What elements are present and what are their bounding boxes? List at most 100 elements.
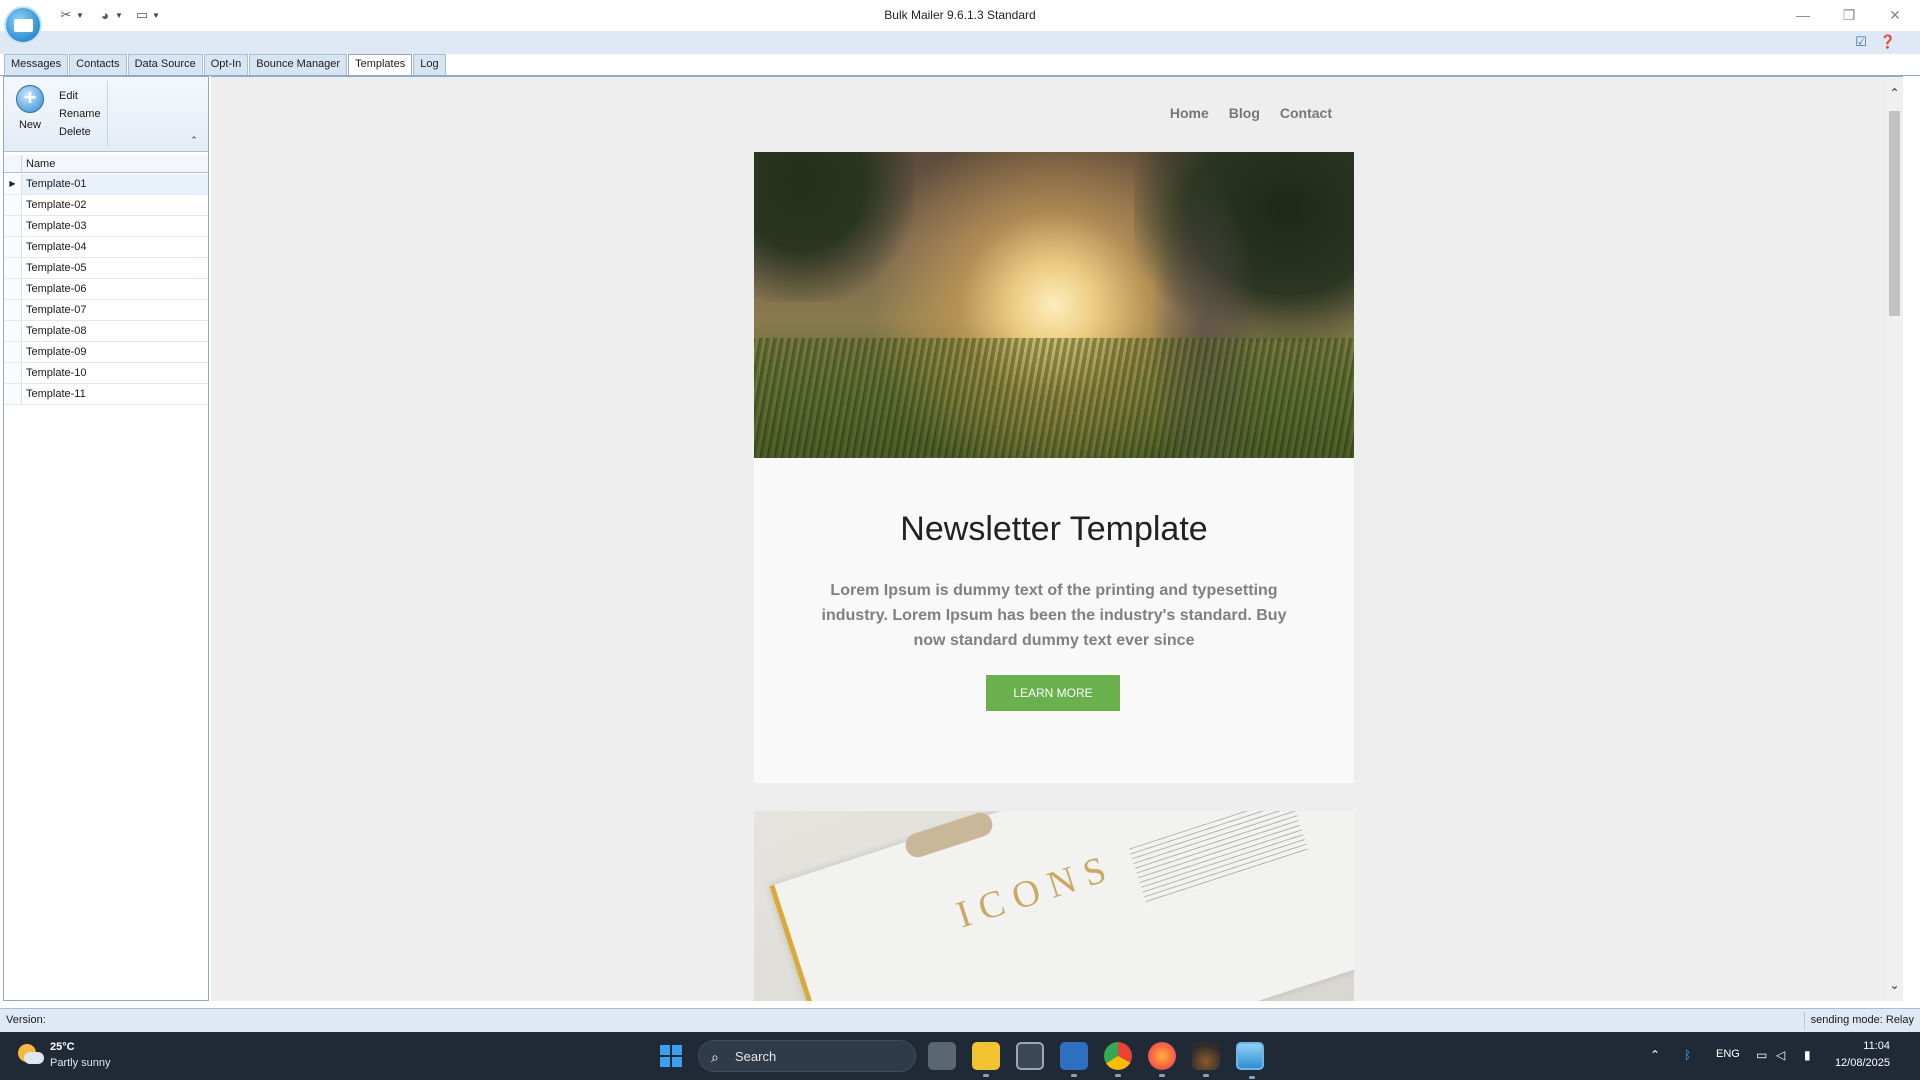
newsletter-heading: Newsletter Template: [900, 510, 1208, 548]
template-name: Template-06: [26, 283, 87, 295]
running-indicator: [1203, 1074, 1209, 1077]
nav-link-home[interactable]: Home: [1170, 105, 1209, 121]
bulk-mailer-taskbar-icon[interactable]: [1236, 1042, 1264, 1079]
table-row[interactable]: Template-08: [4, 321, 208, 342]
search-icon: ⌕: [711, 1049, 719, 1065]
table-row[interactable]: Template-07: [4, 300, 208, 321]
learn-more-button[interactable]: LEARN MORE: [986, 675, 1120, 711]
table-row[interactable]: Template-05: [4, 258, 208, 279]
running-indicator: [983, 1074, 989, 1077]
row-header: [4, 321, 22, 341]
task-view-icon[interactable]: [928, 1042, 956, 1070]
template-name: Template-01: [26, 178, 87, 190]
tab-opt-in[interactable]: Opt-In: [203, 54, 249, 75]
running-indicator: [1115, 1074, 1121, 1077]
nav-link-contact[interactable]: Contact: [1280, 105, 1332, 121]
volume-icon[interactable]: ◁: [1776, 1048, 1785, 1062]
clock-time[interactable]: 11:04: [1863, 1040, 1890, 1052]
close-button[interactable]: ✕: [1880, 4, 1910, 26]
newsletter-card: Newsletter Template Lorem Ipsum is dummy…: [754, 458, 1354, 783]
hero-grass: [754, 338, 1354, 458]
table-row[interactable]: Template-09: [4, 342, 208, 363]
row-indicator-icon: ▶: [4, 174, 22, 194]
templates-list: ▶ Template-01 Template-02 Template-03 Tem…: [4, 174, 208, 405]
search-label: Search: [735, 1049, 777, 1064]
hero-trees-left: [754, 152, 914, 302]
windows-logo-tile: [660, 1045, 670, 1055]
version-label: Version:: [6, 1014, 46, 1026]
weather-description[interactable]: Partly sunny: [50, 1057, 111, 1069]
table-row[interactable]: Template-11: [4, 384, 208, 405]
battery-icon[interactable]: ▮: [1804, 1048, 1811, 1062]
title-bar: ✂ ▼ ◕ ▼ ▭ ▼ Bulk Mailer 9.6.1.3 Standard — …: [0, 0, 1920, 44]
windows-logo-tile: [660, 1057, 670, 1067]
app-monitor-icon[interactable]: [1060, 1042, 1088, 1077]
taskbar-search[interactable]: ⌕ Search: [698, 1040, 916, 1072]
running-indicator: [1249, 1076, 1255, 1079]
tab-messages[interactable]: Messages: [4, 54, 69, 75]
book-image: ICONS: [754, 811, 1354, 1001]
start-button[interactable]: [660, 1045, 682, 1067]
edit-button[interactable]: Edit: [56, 87, 104, 105]
column-header-name[interactable]: Name: [26, 155, 55, 173]
table-row[interactable]: Template-06: [4, 279, 208, 300]
preview-scrollbar[interactable]: ⌃ ⌄: [1886, 77, 1903, 1001]
plus-icon: +: [16, 85, 44, 113]
chrome-icon[interactable]: [1104, 1042, 1132, 1077]
app-photo-icon[interactable]: [1192, 1042, 1220, 1077]
app-logo-icon[interactable]: [4, 6, 42, 44]
row-header: [4, 279, 22, 299]
template-preview[interactable]: Home Blog Contact Newsletter Template Lo…: [211, 76, 1903, 1001]
table-row[interactable]: Template-03: [4, 216, 208, 237]
table-row[interactable]: Template-04: [4, 237, 208, 258]
scroll-up-icon[interactable]: ⌃: [1886, 85, 1903, 102]
tab-log[interactable]: Log: [413, 54, 446, 75]
tab-templates[interactable]: Templates: [348, 54, 413, 76]
tab-data-source[interactable]: Data Source: [127, 54, 203, 75]
restore-button[interactable]: ❐: [1834, 4, 1864, 26]
template-name: Template-11: [26, 388, 86, 400]
bluetooth-icon[interactable]: ᛒ: [1684, 1048, 1691, 1062]
small-buttons: Edit Rename Delete: [56, 87, 104, 141]
network-icon[interactable]: ▭: [1756, 1048, 1767, 1062]
new-label: New: [18, 119, 41, 131]
table-row[interactable]: ▶ Template-01: [4, 174, 208, 195]
table-row[interactable]: Template-10: [4, 363, 208, 384]
tab-contacts[interactable]: Contacts: [69, 54, 127, 75]
template-name: Template-08: [26, 325, 87, 337]
template-name: Template-10: [26, 367, 87, 379]
app-hexagon-icon[interactable]: [1016, 1042, 1044, 1070]
file-explorer-icon[interactable]: [972, 1042, 1000, 1077]
firefox-icon[interactable]: [1148, 1042, 1176, 1077]
minimize-button[interactable]: —: [1788, 4, 1818, 26]
ribbon-tabs: Messages Contacts Data Source Opt-In Bou…: [4, 54, 447, 76]
grid-header: Name: [4, 155, 208, 173]
nav-link-blog[interactable]: Blog: [1229, 105, 1260, 121]
license-icon[interactable]: ☑: [1853, 34, 1869, 50]
tab-bounce-manager[interactable]: Bounce Manager: [249, 54, 348, 75]
taskbar: 25°C Partly sunny ⌕ Search ⌃ ᛒ ENG ▭ ◁ ▮…: [0, 1032, 1920, 1080]
collapse-ribbon-icon[interactable]: ⌃: [188, 134, 200, 146]
template-name: Template-02: [26, 199, 87, 211]
help-icon[interactable]: ❓: [1880, 34, 1896, 50]
row-header: [4, 237, 22, 257]
row-header: [4, 216, 22, 236]
tray-overflow-icon[interactable]: ⌃: [1650, 1048, 1660, 1062]
scroll-thumb[interactable]: [1889, 111, 1900, 316]
rename-button[interactable]: Rename: [56, 105, 104, 123]
running-indicator: [1071, 1074, 1077, 1077]
clock-date[interactable]: 12/08/2025: [1835, 1057, 1890, 1069]
group-separator: [107, 81, 108, 147]
templates-pane: + New Edit Rename Delete ⌃ Name ▶ Templat…: [3, 76, 209, 1001]
weather-icon[interactable]: [18, 1042, 44, 1068]
row-header: [4, 258, 22, 278]
delete-button[interactable]: Delete: [56, 123, 104, 141]
weather-temperature[interactable]: 25°C: [50, 1041, 75, 1053]
hero-image: [754, 152, 1354, 458]
table-row[interactable]: Template-02: [4, 195, 208, 216]
template-name: Template-03: [26, 220, 87, 232]
new-template-button[interactable]: + New: [12, 85, 48, 137]
row-header-corner: [4, 155, 22, 173]
scroll-down-icon[interactable]: ⌄: [1886, 977, 1903, 994]
language-indicator[interactable]: ENG: [1716, 1048, 1740, 1060]
